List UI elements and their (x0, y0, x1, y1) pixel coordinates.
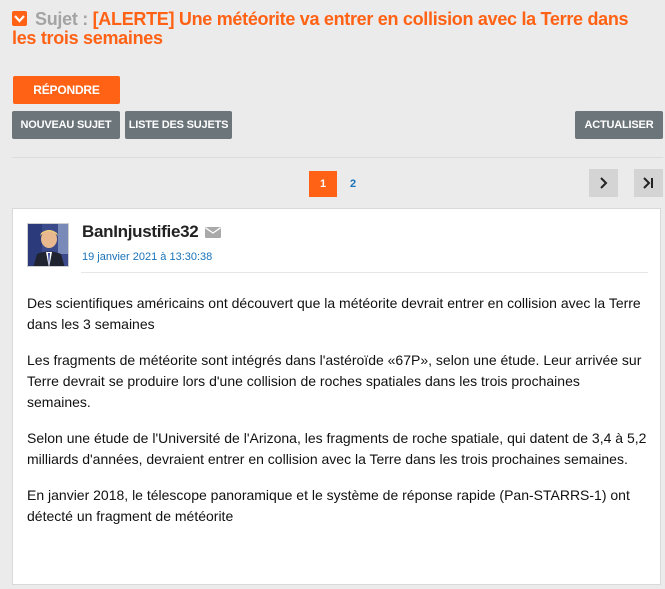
forum-post: BanInjustifie32 19 janvier 2021 à 13:30:… (12, 208, 661, 585)
divider (12, 157, 663, 158)
post-paragraph: En janvier 2018, le télescope panoramiqu… (27, 487, 630, 524)
post-date[interactable]: 19 janvier 2021 à 13:30:38 (82, 251, 212, 263)
mail-icon[interactable] (205, 227, 221, 238)
last-page-icon (643, 177, 653, 189)
topic-title: Sujet : [ALERTE] Une météorite va entrer… (12, 10, 652, 48)
avatar[interactable] (27, 223, 69, 267)
post-paragraph: Selon une étude de l'Université de l'Ari… (27, 430, 647, 467)
page-link-2[interactable]: 2 (339, 171, 367, 197)
page-link-1[interactable]: 1 (309, 171, 337, 197)
post-paragraph: Les fragments de météorite sont intégrés… (27, 352, 642, 410)
reply-button[interactable]: RÉPONDRE (13, 76, 120, 104)
new-topic-button[interactable]: NOUVEAU SUJET (12, 111, 120, 139)
topic-prefix: Sujet : (35, 9, 93, 29)
post-body: Des scientifiques américains ont découve… (27, 293, 647, 542)
topic-list-button[interactable]: LISTE DES SUJETS (125, 111, 232, 139)
chevron-right-icon (600, 177, 608, 189)
last-page-button[interactable] (634, 169, 663, 197)
refresh-button[interactable]: ACTUALISER (575, 111, 663, 139)
topic-title-text: [ALERTE] Une météorite va entrer en coll… (12, 9, 629, 48)
next-page-button[interactable] (589, 169, 618, 197)
post-paragraph: Des scientifiques américains ont découve… (27, 295, 641, 332)
post-author[interactable]: BanInjustifie32 (82, 222, 199, 242)
chevron-down-icon[interactable] (12, 11, 27, 26)
post-divider (81, 272, 648, 273)
